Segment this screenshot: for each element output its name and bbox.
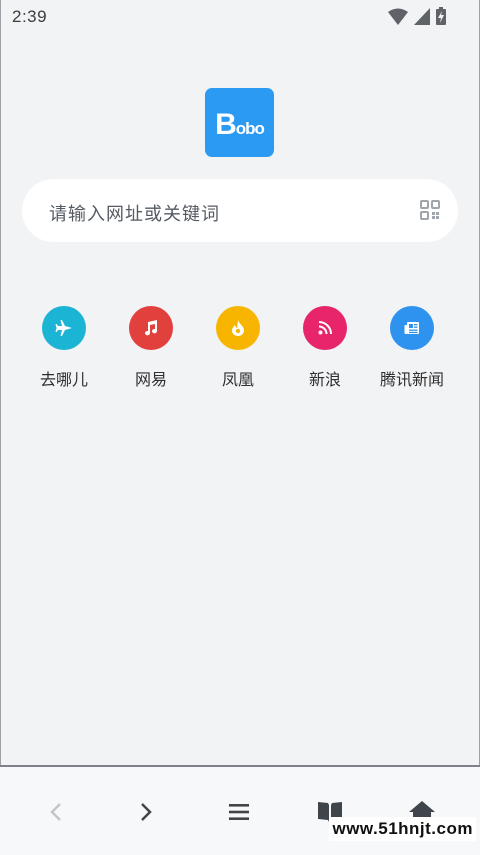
shortcut-sina[interactable]: 新浪 <box>280 306 370 390</box>
flame-icon <box>216 306 260 350</box>
app-logo: Bobo <box>205 88 274 157</box>
watermark: www.51hnjt.com <box>329 817 476 841</box>
shortcut-label: 网易 <box>134 372 167 389</box>
shortcut-tencent-news[interactable]: 腾讯新闻 <box>367 306 457 390</box>
forward-icon <box>141 803 152 821</box>
shortcut-label: 去哪儿 <box>39 372 88 389</box>
shortcut-label: 腾讯新闻 <box>379 372 444 389</box>
forward-button[interactable] <box>126 797 166 827</box>
bottom-nav: www.51hnjt.com <box>0 765 480 855</box>
music-note-icon <box>129 306 173 350</box>
menu-icon <box>229 804 249 820</box>
menu-button[interactable] <box>219 797 259 827</box>
back-icon <box>50 803 61 821</box>
status-bar: 2:39 <box>0 0 480 34</box>
back-button[interactable] <box>36 797 76 827</box>
search-placeholder: 请输入网址或关键词 <box>49 204 220 224</box>
newspaper-icon <box>390 306 434 350</box>
shortcut-label: 新浪 <box>308 372 341 389</box>
battery-charging-icon <box>436 7 446 25</box>
shortcut-label: 凤凰 <box>221 372 254 389</box>
status-time: 2:39 <box>12 7 48 26</box>
logo-text: Bobo <box>215 107 265 141</box>
rss-icon <box>303 306 347 350</box>
cell-signal-icon <box>414 8 430 25</box>
status-icons <box>388 7 446 25</box>
qr-scan-icon[interactable] <box>420 200 440 220</box>
shortcut-qunar[interactable]: 去哪儿 <box>19 306 109 390</box>
shortcut-netease[interactable]: 网易 <box>106 306 196 390</box>
search-input[interactable]: 请输入网址或关键词 <box>22 179 458 242</box>
plane-icon <box>42 306 86 350</box>
wifi-icon <box>388 8 408 25</box>
shortcut-ifeng[interactable]: 凤凰 <box>193 306 283 390</box>
